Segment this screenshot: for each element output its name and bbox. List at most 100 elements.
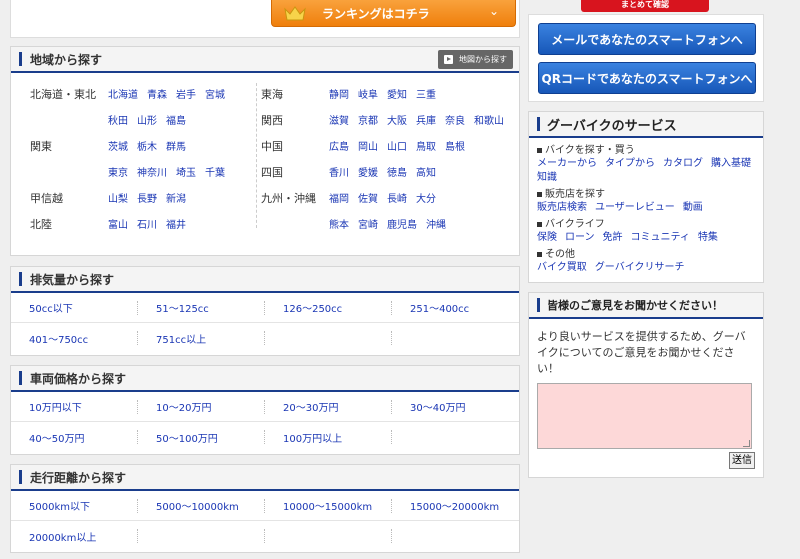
displacement-option[interactable]: 50cc以下 (11, 293, 138, 323)
displacement-option[interactable]: 401～750cc (11, 323, 138, 353)
region-link[interactable]: 大分 (416, 190, 436, 205)
service-link[interactable]: 販売店検索 (537, 202, 587, 213)
region-link[interactable]: 鳥取 (416, 138, 436, 153)
mileage-option[interactable]: 20000km以上 (11, 521, 138, 551)
region-link[interactable]: 福島 (166, 112, 186, 127)
region-link[interactable]: 大阪 (387, 112, 407, 127)
displacement-option-link[interactable]: 126～250cc (283, 300, 342, 315)
region-link[interactable]: 三重 (416, 86, 436, 101)
ranking-button[interactable]: ランキングはコチラ ⌄ (271, 0, 516, 27)
bulk-check-button[interactable]: まとめて確認 (581, 0, 709, 12)
price-option[interactable]: 10万円以下 (11, 392, 138, 422)
mileage-option-link[interactable]: 5000km以下 (29, 498, 90, 513)
mileage-option-link[interactable]: 20000km以上 (29, 529, 96, 544)
service-link[interactable]: 特集 (698, 232, 718, 243)
service-link[interactable]: カタログ (663, 158, 703, 169)
mileage-option[interactable]: 5000km以下 (11, 491, 138, 521)
region-link[interactable]: 広島 (329, 138, 349, 153)
region-link[interactable]: 青森 (147, 86, 167, 101)
region-link[interactable]: 山形 (137, 112, 157, 127)
region-link[interactable]: 島根 (445, 138, 465, 153)
region-link[interactable]: 秋田 (108, 112, 128, 127)
region-link[interactable]: 富山 (108, 216, 128, 231)
region-link[interactable]: 沖縄 (426, 216, 446, 231)
region-link[interactable]: 兵庫 (416, 112, 436, 127)
region-link[interactable]: 京都 (358, 112, 378, 127)
region-link[interactable]: 山梨 (108, 190, 128, 205)
service-link[interactable]: タイプから (605, 158, 655, 169)
region-link[interactable]: 福井 (166, 216, 186, 231)
price-option[interactable]: 50～100万円 (138, 422, 265, 452)
region-link[interactable]: 愛媛 (358, 164, 378, 179)
region-link[interactable]: 神奈川 (137, 164, 167, 179)
price-option-link[interactable]: 50～100万円 (156, 430, 218, 445)
region-link[interactable]: 岡山 (358, 138, 378, 153)
region-link[interactable]: 東京 (108, 164, 128, 179)
displacement-option-link[interactable]: 751cc以上 (156, 331, 206, 346)
price-option-link[interactable]: 20～30万円 (283, 399, 338, 414)
displacement-option-link[interactable]: 401～750cc (29, 331, 88, 346)
service-link[interactable]: 保険 (537, 232, 557, 243)
region-link[interactable]: 長野 (137, 190, 157, 205)
map-search-button[interactable]: 地図から探す (438, 50, 513, 69)
qr-to-smartphone-button[interactable]: QRコードであなたのスマートフォンへ (538, 62, 756, 94)
displacement-option-link[interactable]: 50cc以下 (29, 300, 73, 315)
price-option-link[interactable]: 100万円以上 (283, 430, 342, 445)
service-link[interactable]: バイク買取 (537, 262, 587, 273)
service-link[interactable]: グーバイクリサーチ (595, 262, 685, 273)
price-option[interactable]: 40～50万円 (11, 422, 138, 452)
region-link[interactable]: 滋賀 (329, 112, 349, 127)
region-link[interactable]: 岐阜 (358, 86, 378, 101)
service-link[interactable]: 動画 (683, 202, 703, 213)
region-link[interactable]: 香川 (329, 164, 349, 179)
region-link[interactable]: 福岡 (329, 190, 349, 205)
region-link[interactable]: 宮崎 (358, 216, 378, 231)
displacement-option-link[interactable]: 51～125cc (156, 300, 209, 315)
resize-grip-icon[interactable] (743, 440, 750, 447)
mileage-option[interactable]: 10000～15000km (265, 491, 392, 521)
price-option[interactable]: 20～30万円 (265, 392, 392, 422)
mileage-option-link[interactable]: 5000～10000km (156, 498, 239, 513)
region-link[interactable]: 高知 (416, 164, 436, 179)
price-option-link[interactable]: 10～20万円 (156, 399, 211, 414)
region-link[interactable]: 熊本 (329, 216, 349, 231)
region-link[interactable]: 群馬 (166, 138, 186, 153)
region-link[interactable]: 埼玉 (176, 164, 196, 179)
service-link[interactable]: ユーザーレビュー (595, 202, 675, 213)
region-link[interactable]: 岩手 (176, 86, 196, 101)
region-link[interactable]: 石川 (137, 216, 157, 231)
mail-to-smartphone-button[interactable]: メールであなたのスマートフォンへ (538, 23, 756, 55)
region-link[interactable]: 長崎 (387, 190, 407, 205)
price-option-link[interactable]: 40～50万円 (29, 430, 84, 445)
region-link[interactable]: 山口 (387, 138, 407, 153)
service-link[interactable]: メーカーから (537, 158, 597, 169)
opinion-textarea[interactable] (537, 383, 752, 449)
service-link[interactable]: コミュニティ (631, 232, 690, 243)
price-option[interactable]: 10～20万円 (138, 392, 265, 422)
mileage-option[interactable]: 15000～20000km (392, 491, 519, 521)
price-option[interactable]: 100万円以上 (265, 422, 392, 452)
service-link[interactable]: 免許 (603, 232, 623, 243)
region-link[interactable]: 茨城 (108, 138, 128, 153)
displacement-option[interactable]: 126～250cc (265, 293, 392, 323)
price-option-link[interactable]: 30～40万円 (410, 399, 465, 414)
region-link[interactable]: 奈良 (445, 112, 465, 127)
region-link[interactable]: 和歌山 (474, 112, 504, 127)
region-link[interactable]: 佐賀 (358, 190, 378, 205)
send-button[interactable]: 送信 (729, 452, 755, 469)
service-link[interactable]: ローン (565, 232, 595, 243)
region-link[interactable]: 鹿児島 (387, 216, 417, 231)
displacement-option[interactable]: 251～400cc (392, 293, 519, 323)
displacement-option-link[interactable]: 251～400cc (410, 300, 469, 315)
region-link[interactable]: 新潟 (166, 190, 186, 205)
region-link[interactable]: 宮城 (205, 86, 225, 101)
region-link[interactable]: 静岡 (329, 86, 349, 101)
price-option[interactable]: 30～40万円 (392, 392, 519, 422)
mileage-option-link[interactable]: 10000～15000km (283, 498, 372, 513)
mileage-option[interactable]: 5000～10000km (138, 491, 265, 521)
displacement-option[interactable]: 751cc以上 (138, 323, 265, 353)
price-option-link[interactable]: 10万円以下 (29, 399, 82, 414)
region-link[interactable]: 千葉 (205, 164, 225, 179)
region-link[interactable]: 愛知 (387, 86, 407, 101)
mileage-option-link[interactable]: 15000～20000km (410, 498, 499, 513)
